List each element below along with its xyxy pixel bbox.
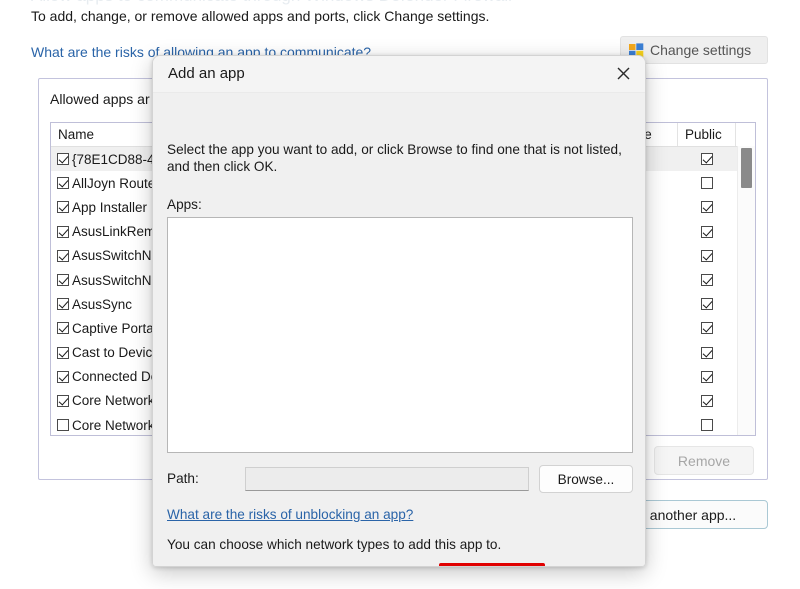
public-checkbox[interactable]: [701, 395, 713, 407]
scrollbar-thumb[interactable]: [741, 148, 752, 188]
path-input[interactable]: [245, 467, 529, 491]
risks-of-unblocking-link[interactable]: What are the risks of unblocking an app?: [167, 507, 413, 522]
cell-public: [678, 177, 736, 189]
app-name-label: Connected De: [72, 369, 158, 384]
dialog-title: Add an app: [168, 65, 245, 82]
apps-listbox[interactable]: [167, 217, 633, 453]
cell-public: [678, 250, 736, 262]
allowed-apps-label: Allowed apps ar: [50, 91, 150, 107]
public-checkbox[interactable]: [701, 177, 713, 189]
row-checkbox[interactable]: [57, 395, 69, 407]
page-heading-cutoff: Allow apps to communicate through Window…: [31, 0, 512, 6]
add-button-highlight: [439, 563, 545, 567]
public-checkbox[interactable]: [701, 250, 713, 262]
browse-button[interactable]: Browse...: [539, 465, 633, 493]
column-header-public[interactable]: Public: [678, 123, 736, 146]
row-checkbox[interactable]: [57, 153, 69, 165]
list-vertical-scrollbar[interactable]: [737, 146, 755, 436]
row-checkbox[interactable]: [57, 347, 69, 359]
public-checkbox[interactable]: [701, 201, 713, 213]
row-checkbox[interactable]: [57, 201, 69, 213]
network-types-note: You can choose which network types to ad…: [167, 537, 501, 552]
row-checkbox[interactable]: [57, 371, 69, 383]
cell-public: [678, 226, 736, 238]
public-checkbox[interactable]: [701, 371, 713, 383]
public-checkbox[interactable]: [701, 226, 713, 238]
app-name-label: Cast to Devic: [72, 345, 152, 360]
app-name-label: {78E1CD88-4: [72, 152, 155, 167]
public-checkbox[interactable]: [701, 274, 713, 286]
intro-text: To add, change, or remove allowed apps a…: [31, 8, 489, 24]
dialog-body: Select the app you want to add, or click…: [153, 93, 645, 567]
app-name-label: AsusSwitchNe: [72, 273, 159, 288]
cell-public: [678, 153, 736, 165]
cell-public: [678, 347, 736, 359]
cell-public: [678, 395, 736, 407]
cell-public: [678, 419, 736, 431]
remove-button[interactable]: Remove: [654, 446, 754, 475]
add-an-app-dialog: Add an app Select the app you want to ad…: [152, 55, 646, 567]
public-checkbox[interactable]: [701, 153, 713, 165]
public-checkbox[interactable]: [701, 322, 713, 334]
app-name-label: Captive Portal: [72, 321, 157, 336]
dialog-titlebar: Add an app: [153, 56, 645, 93]
apps-label: Apps:: [167, 197, 202, 212]
public-checkbox[interactable]: [701, 298, 713, 310]
public-checkbox[interactable]: [701, 419, 713, 431]
cell-public: [678, 298, 736, 310]
row-checkbox[interactable]: [57, 298, 69, 310]
close-icon[interactable]: [601, 56, 645, 91]
dialog-instruction: Select the app you want to add, or click…: [167, 141, 633, 175]
row-checkbox[interactable]: [57, 419, 69, 431]
app-name-label: App Installer: [72, 200, 147, 215]
app-name-label: AsusLinkRem: [72, 224, 155, 239]
app-name-label: AsusSwitchNe: [72, 248, 159, 263]
row-checkbox[interactable]: [57, 274, 69, 286]
app-name-label: AllJoyn Route: [72, 176, 155, 191]
public-checkbox[interactable]: [701, 347, 713, 359]
cell-public: [678, 274, 736, 286]
change-settings-label: Change settings: [650, 42, 751, 58]
cell-public: [678, 322, 736, 334]
cell-public: [678, 371, 736, 383]
row-checkbox[interactable]: [57, 322, 69, 334]
app-name-label: Core Network: [72, 418, 155, 433]
cell-public: [678, 201, 736, 213]
app-name-label: Core Network: [72, 393, 155, 408]
row-checkbox[interactable]: [57, 250, 69, 262]
row-checkbox[interactable]: [57, 226, 69, 238]
app-name-label: AsusSync: [72, 297, 132, 312]
row-checkbox[interactable]: [57, 177, 69, 189]
path-label: Path:: [167, 471, 199, 486]
